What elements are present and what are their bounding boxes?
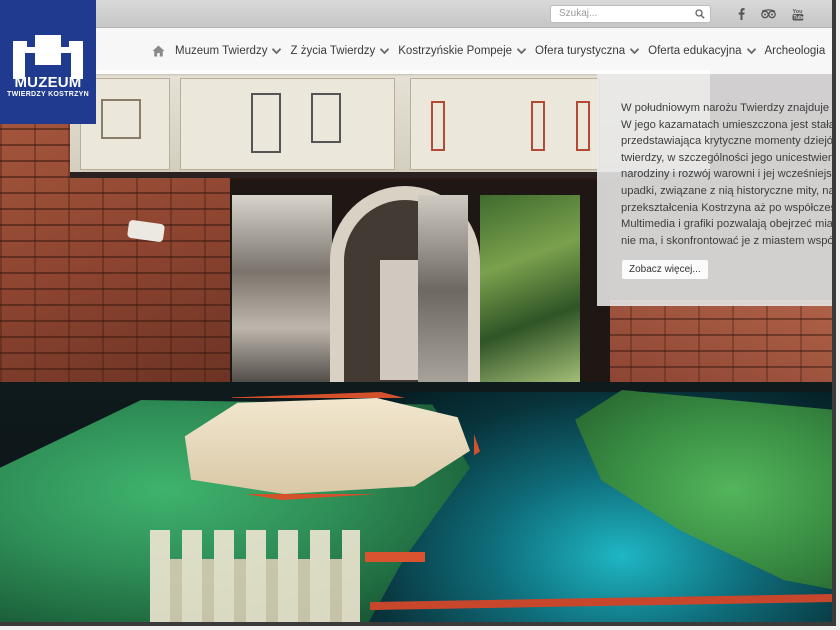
info-text-line: nie ma, i skonfrontować je z miastem wsp… — [621, 234, 836, 247]
archway-interior — [380, 260, 420, 380]
info-text-line: przekształcenia Kostrzyna aż po współcze… — [621, 201, 836, 214]
svg-text:Tube: Tube — [793, 15, 804, 21]
info-text-line: upadki, związane z nią historyczne mity,… — [621, 184, 836, 197]
youtube-icon[interactable]: You Tube — [790, 6, 806, 22]
chevron-down-icon[interactable] — [380, 48, 390, 54]
nav-item-oferta-edukacyjna[interactable]: Oferta edukacyjna — [648, 45, 756, 57]
info-text-line: W jego kazamatach umieszczona jest stała… — [621, 118, 836, 131]
home-icon[interactable] — [152, 45, 165, 57]
facebook-icon[interactable] — [733, 6, 749, 22]
exhibit-photo-panel — [418, 195, 468, 385]
model-bastion — [365, 552, 425, 562]
nav-item-label: Z życia Twierdzy — [290, 45, 376, 57]
info-text-line: Multimedia i grafiki pozwalają obejrzeć … — [621, 218, 836, 231]
logo-m-mark — [13, 34, 83, 79]
nav-item-label: Oferta edukacyjna — [648, 45, 742, 57]
chevron-down-icon[interactable] — [272, 48, 282, 54]
nav-item-kostrzynskie-pompeje[interactable]: Kostrzyńskie Pompeje — [398, 45, 527, 57]
search-icon[interactable] — [695, 9, 705, 19]
logo-subtitle: TWIERDZY KOSTRZYN — [7, 90, 89, 98]
site-logo[interactable]: MUZEUM TWIERDZY KOSTRZYN — [0, 0, 96, 124]
chevron-down-icon[interactable] — [630, 48, 640, 54]
nav-item-label: Archeologia — [764, 45, 826, 57]
model-houses — [150, 530, 360, 622]
nav-item-oferta-turystyczna[interactable]: Ofera turystyczna — [535, 45, 640, 57]
exhibit-aerial-photo-panel — [480, 195, 580, 385]
see-more-button[interactable]: Zobacz więcej... — [621, 259, 709, 281]
exhibit-photo-panel — [232, 195, 332, 385]
nav-item-label: Kostrzyńskie Pompeje — [398, 45, 513, 57]
info-text-line: twierdzy, w szczególności jego unicestwi… — [621, 151, 836, 164]
nav-item-label: Ofera turystyczna — [535, 45, 626, 57]
info-panel: W południowym narożu Twierdzy znajduje s… — [597, 74, 836, 306]
nav-item-muzeum-twierdzy[interactable]: Muzeum Twierdzy — [175, 45, 282, 57]
top-utility-bar: YouTube — [0, 0, 832, 28]
search-box[interactable] — [550, 5, 711, 23]
logo-title: MUZEUM — [14, 73, 82, 91]
page-frame: YouTube Muzeum Twierdzy Z życia Twierdzy… — [0, 0, 836, 626]
chevron-down-icon[interactable] — [517, 48, 527, 54]
info-text-line: W południowym narożu Twierdzy znajduje s… — [621, 102, 836, 114]
tripadvisor-icon[interactable] — [760, 6, 776, 22]
search-input[interactable] — [559, 8, 679, 19]
nav-item-z-zycia-twierdzy[interactable]: Z życia Twierdzy — [290, 45, 390, 57]
main-menu: Muzeum Twierdzy Z życia Twierdzy Kostrzy… — [152, 28, 832, 74]
chevron-down-icon[interactable] — [746, 48, 756, 54]
info-text-line: przedstawiająca krytyczne momenty dziejó… — [621, 135, 836, 148]
nav-item-archeologia[interactable]: Archeologia — [765, 45, 826, 57]
info-text-line: narodziny i rozwój warowni i jej wcześni… — [621, 168, 836, 181]
main-navbar: Muzeum Twierdzy Z życia Twierdzy Kostrzy… — [0, 28, 832, 74]
nav-item-label: Muzeum Twierdzy — [175, 45, 268, 57]
